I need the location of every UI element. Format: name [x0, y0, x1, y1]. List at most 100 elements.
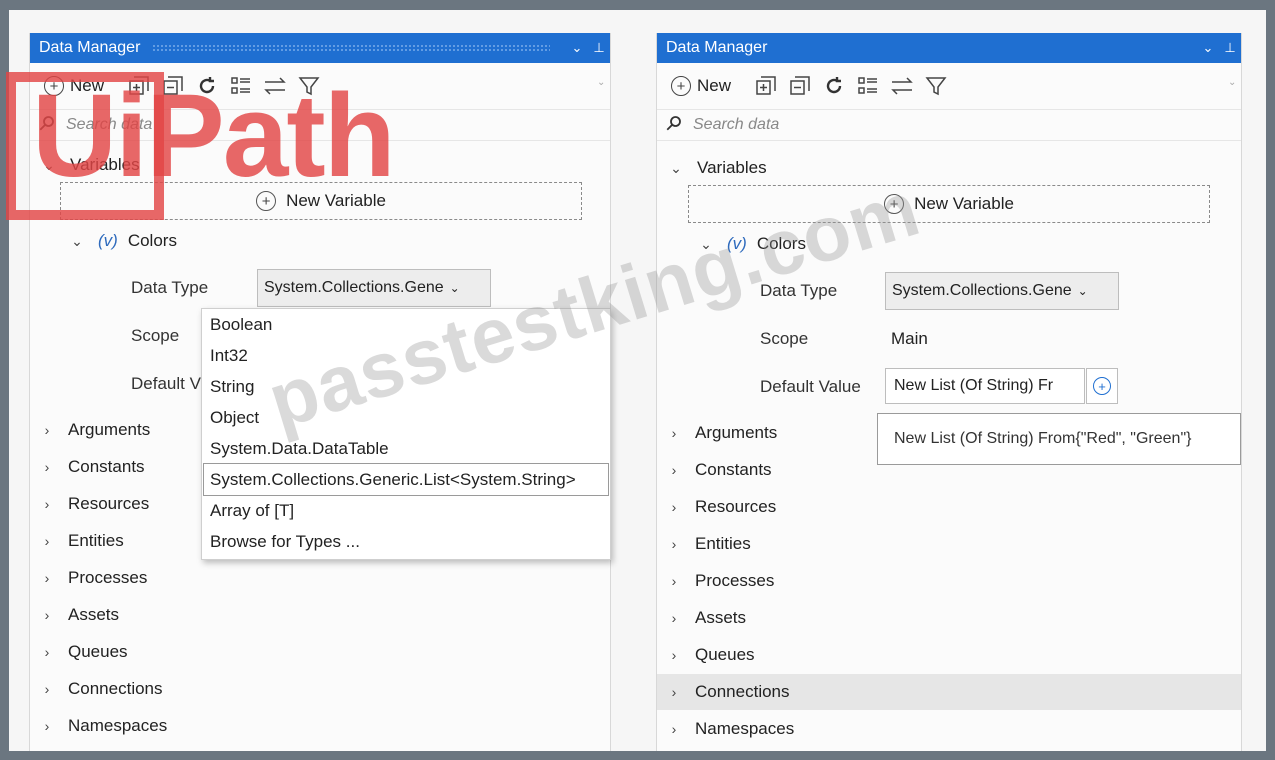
pin-icon[interactable]: ⊥	[588, 40, 610, 56]
dropdown-option[interactable]: Int32	[202, 340, 610, 371]
chevron-right-icon: ›	[671, 536, 677, 552]
new-button[interactable]: + New	[44, 76, 104, 96]
category-assets[interactable]: › Assets	[30, 599, 610, 631]
category-assets[interactable]: › Assets	[657, 602, 1241, 634]
new-variable-button[interactable]: + New Variable	[60, 182, 582, 220]
data-type-value: System.Collections.Gene	[264, 279, 444, 296]
list-view-icon[interactable]	[851, 72, 885, 100]
data-manager-panel-right: Data Manager ⌄ ⊥ + New ⌄ Search data ⌄ V…	[656, 33, 1242, 751]
chevron-right-icon: ›	[671, 721, 677, 737]
data-type-select[interactable]: System.Collections.Gene ⌄	[885, 272, 1119, 310]
category-arguments[interactable]: › Arguments	[657, 417, 871, 449]
variables-label: Variables	[70, 155, 140, 174]
toolbar: + New ⌄	[30, 63, 610, 109]
data-type-label: Data Type	[760, 281, 838, 300]
category-processes[interactable]: › Processes	[657, 565, 1241, 597]
default-value-input[interactable]: New List (Of String) Fr	[885, 368, 1085, 404]
category-queues[interactable]: › Queues	[657, 639, 1241, 671]
swap-icon[interactable]	[885, 72, 919, 100]
panel-menu-chevron-icon[interactable]: ⌄	[1197, 40, 1219, 56]
panel-titlebar: Data Manager ⌄ ⊥	[30, 33, 610, 63]
category-connections[interactable]: › Connections	[657, 674, 1241, 710]
variable-row-colors[interactable]: ⌄ (v) Colors	[30, 225, 610, 257]
category-label: Namespaces	[695, 719, 795, 738]
category-queues[interactable]: › Queues	[30, 636, 610, 668]
toolbar-overflow-icon[interactable]: ⌄	[597, 77, 605, 91]
data-type-select[interactable]: System.Collections.Gene ⌄	[257, 269, 491, 307]
filter-icon[interactable]	[919, 72, 953, 100]
variable-row-colors[interactable]: ⌄ (v) Colors	[657, 228, 1241, 260]
category-label: Processes	[68, 568, 148, 587]
chevron-down-icon: ⌄	[71, 232, 83, 249]
filter-icon[interactable]	[292, 72, 326, 100]
panel-menu-chevron-icon[interactable]: ⌄	[566, 40, 588, 56]
expand-all-icon[interactable]	[749, 72, 783, 100]
dropdown-option[interactable]: String	[202, 371, 610, 402]
category-label: Constants	[68, 457, 145, 476]
category-label: Queues	[695, 645, 755, 664]
variable-type-icon: (v)	[727, 234, 747, 253]
dropdown-option[interactable]: Boolean	[202, 309, 610, 340]
chevron-right-icon: ›	[44, 533, 50, 549]
panel-title: Data Manager	[666, 39, 768, 56]
new-button[interactable]: + New	[671, 76, 731, 96]
swap-icon[interactable]	[258, 72, 292, 100]
category-constants[interactable]: › Constants	[657, 454, 1241, 486]
scope-value[interactable]: Main	[891, 329, 928, 349]
chevron-right-icon: ›	[44, 644, 50, 660]
dropdown-option[interactable]: System.Data.DataTable	[202, 433, 610, 464]
new-variable-button[interactable]: + New Variable	[688, 185, 1210, 223]
toolbar-overflow-icon[interactable]: ⌄	[1228, 77, 1236, 91]
category-label: Assets	[68, 605, 120, 624]
category-processes[interactable]: › Processes	[30, 562, 610, 594]
search-bar	[30, 109, 610, 141]
chevron-right-icon: ›	[44, 607, 50, 623]
collapse-all-icon[interactable]	[156, 72, 190, 100]
category-entities[interactable]: › Entities	[657, 528, 1241, 560]
category-resources[interactable]: › Resources	[657, 491, 1241, 523]
new-plus-icon: +	[44, 76, 64, 96]
search-input[interactable]	[64, 115, 468, 135]
chevron-down-icon: ⌄	[43, 156, 55, 173]
search-input[interactable]	[691, 115, 1095, 135]
chevron-right-icon: ›	[44, 681, 50, 697]
variables-section[interactable]: ⌄ Variables	[657, 152, 1241, 184]
pin-icon[interactable]: ⊥	[1219, 40, 1241, 56]
category-namespaces[interactable]: › Namespaces	[657, 713, 1241, 745]
category-label: Processes	[695, 571, 775, 590]
category-label: Resources	[695, 497, 777, 516]
search-bar	[657, 109, 1241, 141]
data-type-label: Data Type	[131, 278, 209, 297]
panel-title: Data Manager	[39, 39, 141, 56]
titlebar-grip[interactable]	[152, 43, 550, 53]
list-view-icon[interactable]	[224, 72, 258, 100]
titlebar-grip[interactable]	[779, 44, 1181, 53]
dropdown-option[interactable]: Object	[202, 402, 610, 433]
dropdown-option-selected[interactable]: System.Collections.Generic.List<System.S…	[203, 463, 609, 496]
new-variable-label: New Variable	[914, 194, 1014, 213]
data-type-value: System.Collections.Gene	[892, 282, 1072, 299]
category-label: Arguments	[695, 423, 778, 442]
variable-type-icon: (v)	[98, 231, 118, 250]
new-button-label: New	[697, 76, 732, 95]
new-button-label: New	[70, 76, 105, 95]
dropdown-option[interactable]: Browse for Types ...	[202, 526, 610, 557]
dropdown-option[interactable]: Array of [T]	[202, 495, 610, 526]
chevron-right-icon: ›	[44, 496, 50, 512]
chevron-right-icon: ›	[671, 573, 677, 589]
category-connections[interactable]: › Connections	[30, 673, 610, 705]
panel-titlebar: Data Manager ⌄ ⊥	[657, 33, 1241, 63]
default-value-text: New List (Of String) Fr	[894, 377, 1054, 394]
category-label: Assets	[695, 608, 747, 627]
category-namespaces[interactable]: › Namespaces	[30, 710, 610, 742]
variables-section[interactable]: ⌄ Variables	[30, 149, 610, 181]
chevron-right-icon: ›	[44, 459, 50, 475]
add-variable-icon: +	[884, 194, 905, 214]
expand-all-icon[interactable]	[122, 72, 156, 100]
collapse-all-icon[interactable]	[783, 72, 817, 100]
chevron-down-icon: ⌄	[1077, 284, 1088, 298]
refresh-icon[interactable]	[190, 72, 224, 100]
expression-editor-button[interactable]: +	[1086, 368, 1118, 404]
refresh-icon[interactable]	[817, 72, 851, 100]
variable-name: Colors	[127, 231, 177, 250]
